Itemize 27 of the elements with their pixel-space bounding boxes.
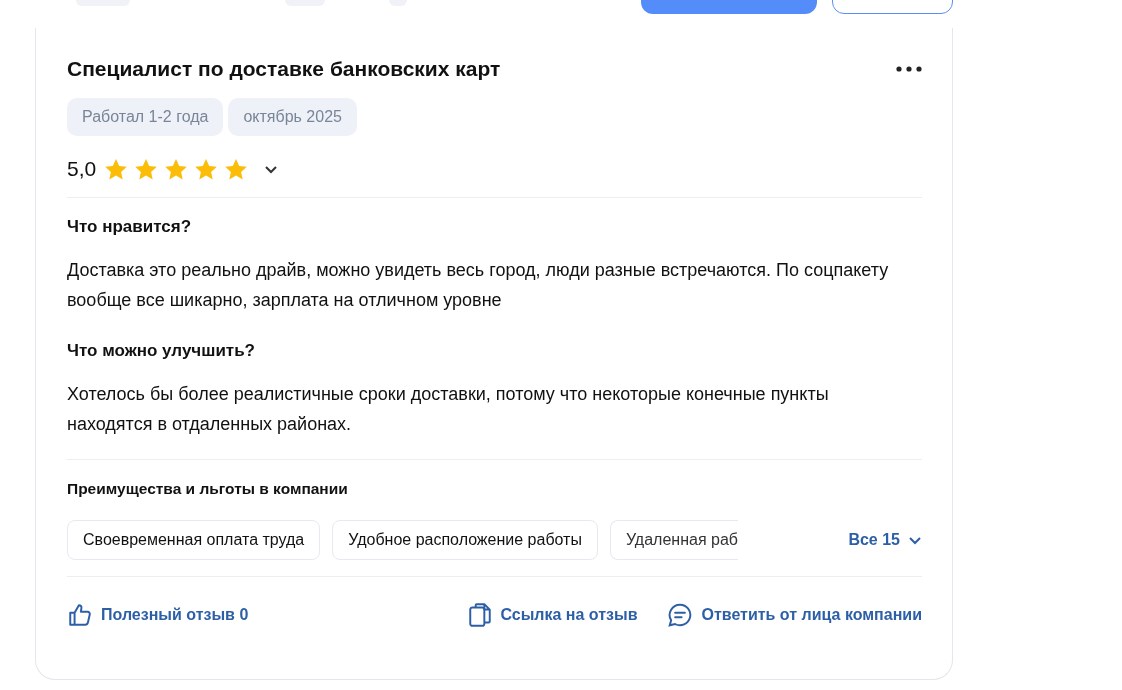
section-heading: Что можно улучшить? (67, 341, 256, 361)
reply-button[interactable]: Ответить от лица компании (667, 602, 922, 628)
review-text: Доставка это реально драйв, можно увидеть весь город, люди разные встречаются. По соцпакету вообще все шикарно, зарплата на отличном уровне (67, 259, 890, 312)
show-all-button[interactable]: Все 15 (848, 531, 922, 549)
section-heading: Что нравится? (67, 217, 193, 237)
review-title: Специалист по доставке банковских карт (67, 57, 501, 81)
benefits-heading: Преимущества и льготы в компании (67, 480, 349, 498)
tag: октябрь 2025 (228, 98, 357, 136)
tag: Работал 1-2 года (67, 98, 224, 136)
benefit-chip: Удобное расположение работы (332, 520, 598, 560)
like-button[interactable]: Полезный отзыв 0 (67, 602, 249, 628)
rating-value: 5,0 (67, 157, 97, 181)
chevron-down-icon[interactable] (264, 164, 279, 174)
thumbs-up-icon (67, 602, 93, 628)
benefit-chip: Удаленная раб (609, 520, 738, 560)
chat-icon (667, 602, 694, 628)
copy-icon (468, 602, 493, 628)
star-icon (134, 157, 159, 181)
benefit-chip: Своевременная оплата труда (67, 520, 321, 560)
chevron-down-icon (908, 535, 922, 545)
star-icon (104, 157, 129, 181)
link-button[interactable]: Ссылка на отзыв (468, 602, 638, 628)
star-icon (164, 157, 189, 181)
more-options-icon[interactable] (896, 66, 922, 72)
review-text: Хотелось бы более реалистичные сроки доставки, потому что некоторые конечные пункты находятся в отдаленных районах. (67, 383, 830, 436)
star-icon (224, 157, 249, 181)
star-icon (194, 157, 219, 181)
